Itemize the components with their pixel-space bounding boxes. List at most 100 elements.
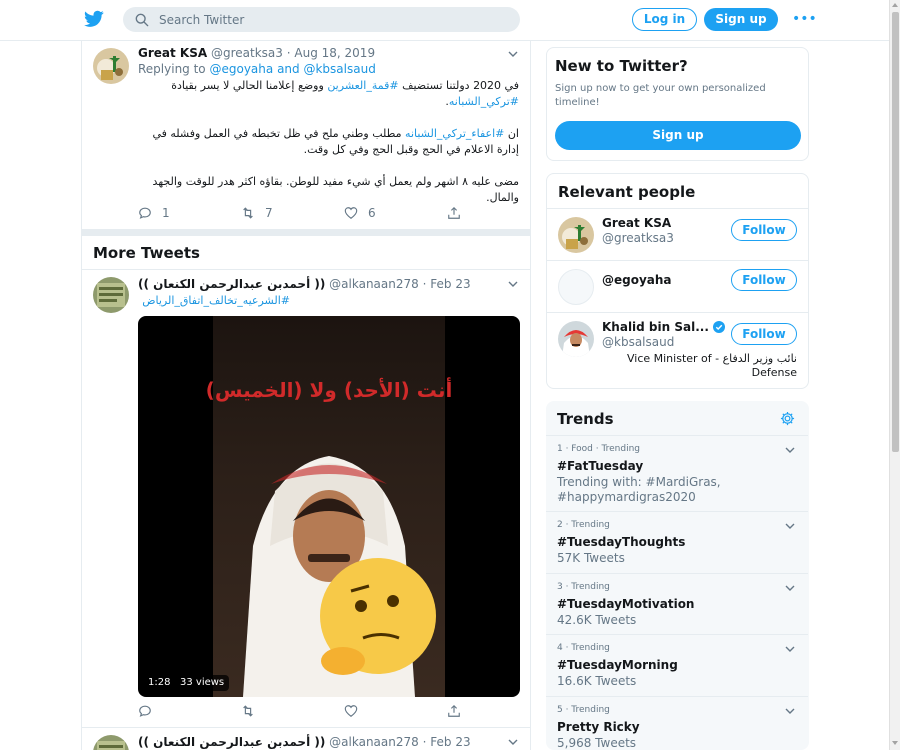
- reply-action[interactable]: [138, 704, 241, 718]
- more-options-icon[interactable]: •••: [792, 12, 817, 26]
- person-handle[interactable]: @greatksa3: [602, 231, 674, 245]
- person-name[interactable]: Khalid bin Sal...: [602, 320, 709, 334]
- trend-count: 42.6K Tweets: [557, 613, 637, 627]
- more-tweets-heading: More Tweets: [93, 244, 200, 262]
- trend-item[interactable]: 1 · Food · Trending #FatTuesday Trending…: [546, 435, 808, 511]
- main-timeline: Great KSA @greatksa3 · Aug 18, 2019 Repl…: [81, 41, 531, 750]
- scroll-down-arrow-icon[interactable]: [892, 741, 898, 745]
- gear-icon[interactable]: [780, 411, 795, 426]
- follow-button[interactable]: Follow: [731, 269, 797, 291]
- avatar-image: [558, 217, 594, 253]
- avatar[interactable]: [93, 277, 129, 313]
- trends-card: Trends 1 · Food · Trending #FatTuesday T…: [546, 401, 809, 750]
- tweet-paragraph: والمال.: [486, 191, 519, 204]
- tweet-author-name[interactable]: Great KSA: [138, 46, 207, 60]
- like-count: 6: [368, 206, 376, 220]
- trend-name[interactable]: #FatTuesday: [557, 459, 643, 473]
- new-to-twitter-card: New to Twitter? Sign up now to get your …: [546, 47, 809, 161]
- chevron-down-icon[interactable]: [785, 445, 795, 455]
- tweet-header: (( أحمدبن عبدالرحمن الكنعان )) @alkanaan…: [138, 277, 471, 291]
- person-name-row[interactable]: Khalid bin Sal...: [602, 320, 725, 334]
- tweet-author-handle[interactable]: @greatksa3: [211, 46, 283, 60]
- signup-button[interactable]: Sign up: [555, 121, 801, 150]
- scrollbar[interactable]: [889, 0, 900, 750]
- heart-icon: [344, 705, 358, 717]
- tweet-paragraph: في 2020 دولتنا تستضيف #قمة_العشرين ووضع …: [138, 78, 519, 94]
- trend-item[interactable]: 4 · Trending #TuesdayMorning 16.6K Tweet…: [546, 634, 808, 696]
- section-divider: [82, 229, 530, 236]
- tweet-alkanaan-2[interactable]: (( أحمدبن عبدالرحمن الكنعان )) @alkanaan…: [82, 727, 530, 750]
- tweet-paragraph: إدارة الاعلام في الحج وقبل الحج وفي كل و…: [303, 143, 519, 156]
- follow-button[interactable]: Follow: [731, 219, 797, 241]
- tweet-date[interactable]: Aug 18, 2019: [294, 46, 375, 60]
- trend-item[interactable]: 5 · Trending Pretty Ricky 5,968 Tweets: [546, 696, 808, 750]
- share-action[interactable]: [447, 206, 530, 220]
- trend-name[interactable]: Pretty Ricky: [557, 720, 640, 734]
- hashtag-link[interactable]: #قمة_العشرين: [327, 79, 398, 92]
- trend-item[interactable]: 3 · Trending #TuesdayMotivation 42.6K Tw…: [546, 573, 808, 634]
- tweet-actions: [138, 704, 530, 718]
- card-subtitle: Sign up now to get your own personalized…: [555, 83, 766, 108]
- person-item[interactable]: Great KSA @greatksa3 Follow: [547, 208, 808, 260]
- video-player[interactable]: أنت (الأحد) ولا (الخميس) 1:28 33 views: [138, 316, 520, 697]
- chevron-down-icon[interactable]: [508, 279, 518, 289]
- tweet-author-handle[interactable]: @alkanaan278: [329, 735, 419, 749]
- mention-link[interactable]: @kbsalsaud: [303, 62, 375, 76]
- person-name[interactable]: Great KSA: [602, 216, 671, 230]
- search-box[interactable]: [123, 7, 520, 32]
- trend-name[interactable]: #TuesdayThoughts: [557, 535, 685, 549]
- person-bio: نائب وزير الدفاع - Vice Minister of Defe…: [626, 352, 797, 379]
- share-action[interactable]: [447, 704, 530, 718]
- tweet-author-handle[interactable]: @alkanaan278: [329, 277, 419, 291]
- mention-link[interactable]: @egoyaha: [209, 62, 273, 76]
- chevron-down-icon[interactable]: [785, 706, 795, 716]
- trend-name[interactable]: #TuesdayMotivation: [557, 597, 694, 611]
- person-handle[interactable]: @egoyaha: [602, 273, 672, 287]
- hashtag-link[interactable]: #تركي_الشبانه: [449, 95, 519, 108]
- reply-icon: [139, 207, 151, 219]
- person-handle[interactable]: @kbsalsaud: [602, 335, 674, 349]
- like-action[interactable]: 6: [344, 206, 447, 220]
- trend-count: 16.6K Tweets: [557, 674, 637, 688]
- person-item[interactable]: @egoyaha Follow: [547, 260, 808, 312]
- avatar[interactable]: [93, 48, 129, 84]
- follow-button[interactable]: Follow: [731, 323, 797, 345]
- reply-action[interactable]: 1: [138, 206, 241, 220]
- avatar-image: [93, 277, 129, 313]
- search-input[interactable]: [159, 12, 499, 27]
- tweet-great-ksa[interactable]: Great KSA @greatksa3 · Aug 18, 2019 Repl…: [82, 41, 530, 229]
- tweet-author-name[interactable]: (( أحمدبن عبدالرحمن الكنعان )): [138, 277, 325, 291]
- hashtag-link[interactable]: #اعفاء_تركي_الشبانه: [405, 127, 504, 140]
- chevron-down-icon[interactable]: [785, 644, 795, 654]
- scroll-thumb[interactable]: [892, 12, 899, 452]
- retweet-count: 7: [265, 206, 273, 220]
- trend-item[interactable]: 2 · Trending #TuesdayThoughts 57K Tweets: [546, 511, 808, 573]
- replying-and[interactable]: and: [277, 62, 300, 76]
- chevron-down-icon[interactable]: [508, 737, 518, 747]
- chevron-down-icon[interactable]: [508, 49, 518, 59]
- avatar[interactable]: [558, 269, 594, 305]
- chevron-down-icon[interactable]: [785, 521, 795, 531]
- trend-name[interactable]: #TuesdayMorning: [557, 658, 678, 672]
- twitter-bird-icon[interactable]: [84, 10, 104, 28]
- hashtag-link[interactable]: #الشرعيه_تخالف_اتفاق_الرياض: [138, 293, 290, 309]
- login-button[interactable]: Log in: [632, 8, 697, 31]
- trend-count: Trending with: #MardiGras, #happymardigr…: [557, 475, 721, 504]
- card-title: New to Twitter?: [555, 57, 688, 75]
- signup-button[interactable]: Sign up: [704, 8, 778, 31]
- avatar[interactable]: [93, 735, 129, 750]
- video-views-badge: 33 views: [175, 675, 230, 691]
- chevron-down-icon[interactable]: [785, 583, 795, 593]
- card-title: Trends: [557, 410, 614, 428]
- person-item[interactable]: Khalid bin Sal... @kbsalsaud Follow نائب…: [547, 312, 808, 388]
- search-icon: [135, 13, 149, 26]
- retweet-action[interactable]: [241, 704, 344, 718]
- tweet-author-name[interactable]: (( أحمدبن عبدالرحمن الكنعان )): [138, 735, 325, 749]
- retweet-action[interactable]: 7: [241, 206, 344, 220]
- like-action[interactable]: [344, 704, 447, 718]
- scroll-up-arrow-icon[interactable]: [892, 3, 898, 7]
- tweet-date[interactable]: Feb 23: [430, 277, 470, 291]
- avatar[interactable]: [558, 217, 594, 253]
- avatar[interactable]: [558, 321, 594, 357]
- tweet-date[interactable]: Feb 23: [430, 735, 470, 749]
